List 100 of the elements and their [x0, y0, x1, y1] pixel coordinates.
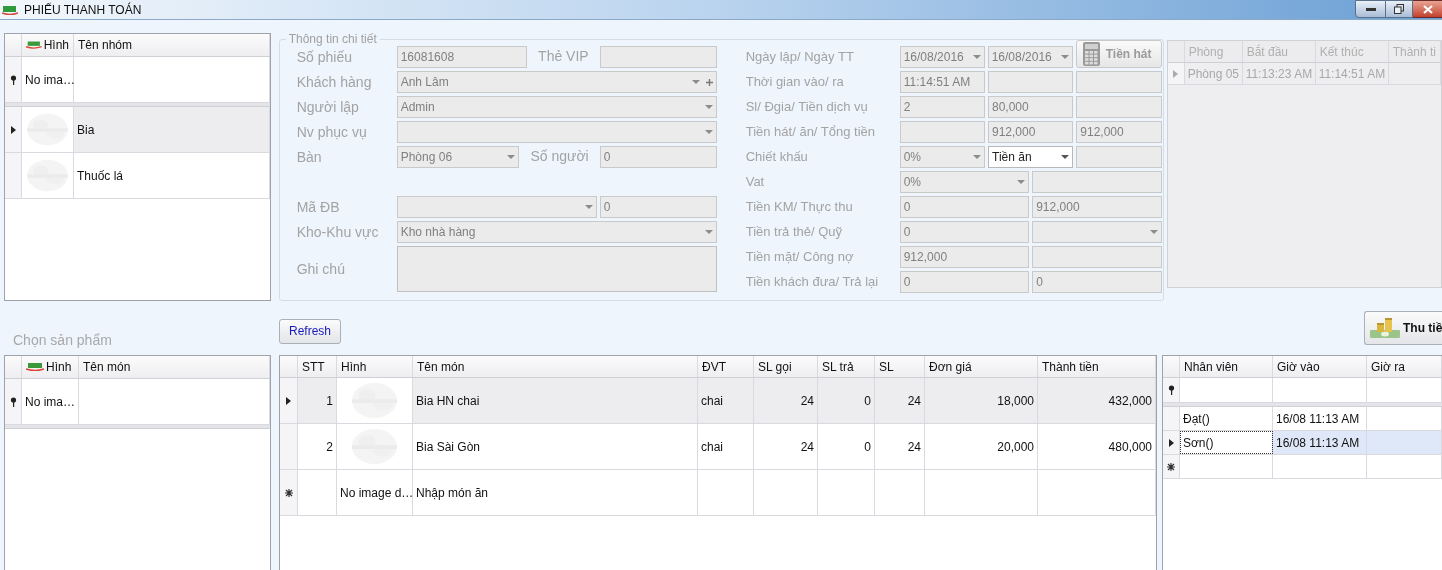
field-label: Thẻ VIP	[537, 47, 590, 66]
column-header[interactable]: Tên món	[79, 356, 270, 378]
section-title: Chọn sản phẩm	[13, 331, 112, 350]
table-cell-text: 432,000	[1107, 392, 1153, 410]
table-cell-text: chai	[700, 438, 724, 456]
caret-icon	[972, 55, 981, 59]
logo-icon	[26, 41, 42, 49]
table-cell-text: 24	[799, 392, 815, 410]
field-label: Số người	[529, 147, 590, 166]
field-label: Chiết khấu	[745, 148, 809, 166]
caret-icon	[704, 230, 713, 234]
table-cell-text: 24	[906, 392, 922, 410]
minimize-icon	[1365, 7, 1376, 11]
caret-icon	[704, 130, 713, 134]
caret-icon	[1061, 155, 1070, 159]
field-label: Ghi chú	[296, 260, 346, 279]
close-icon	[1422, 4, 1433, 14]
asterisk-icon	[284, 488, 293, 497]
column-header[interactable]: SL trả	[818, 356, 875, 377]
column-header[interactable]: Giờ ra	[1367, 356, 1442, 377]
table-cell-text: 11:14:51 AM	[1317, 65, 1387, 83]
table-cell-text: 16/08 11:13 AM	[1275, 410, 1361, 428]
field-label: Bàn	[296, 148, 323, 167]
column-header[interactable]: Thành ti	[1388, 41, 1441, 62]
panel-title: Thông tin chi tiết	[285, 32, 380, 46]
field-label: Ngày lập/ Ngày TT	[745, 48, 855, 66]
table-cell-text: 0	[863, 392, 872, 410]
table-cell-text: Bia HN chai	[415, 392, 481, 410]
table-cell-text: 24	[906, 438, 922, 456]
table-cell-text: 24	[799, 438, 815, 456]
field-label: Tiền khách đưa/ Trả lại	[745, 273, 880, 291]
table-cell-text: 18,000	[996, 392, 1035, 410]
column-header[interactable]: Bắt đầu	[1242, 41, 1316, 62]
table-row[interactable]: Đạt() 16/08 11:13 AM	[1163, 407, 1442, 431]
caret-icon	[1017, 180, 1026, 184]
column-header[interactable]: Phòng	[1184, 41, 1243, 62]
pay-button[interactable]: Thu tiề	[1364, 311, 1442, 345]
field-label: Vat	[745, 173, 766, 191]
row-indicator-icon	[1168, 438, 1174, 447]
logo-icon	[26, 363, 44, 371]
field-label: Người lập	[296, 98, 360, 117]
dropdown[interactable]: Tiền ăn	[988, 146, 1074, 168]
pin-icon	[9, 396, 17, 407]
table-cell-text: Đạt()	[1182, 410, 1211, 428]
column-header[interactable]: Kết thúc	[1315, 41, 1389, 62]
table-cell-text: 11:13:23 AM	[1244, 65, 1314, 83]
field-label: Nv phục vụ	[296, 123, 368, 142]
table-cell-text: Bia	[76, 121, 96, 139]
field-label: Kho-Khu vực	[296, 223, 380, 242]
table-cell-text: Sơn()	[1182, 434, 1215, 452]
window-title: PHIẾU THANH TOÁN	[24, 1, 142, 19]
caret-icon	[584, 205, 593, 209]
pin-icon	[1167, 385, 1175, 395]
table-cell-text: No ima…	[24, 393, 76, 411]
caret-icon	[973, 155, 981, 159]
row-indicator-icon	[1173, 69, 1179, 78]
field-label: Sl/ Đgia/ Tiền dịch vụ	[745, 98, 869, 116]
column-header[interactable]: SL	[875, 356, 925, 377]
column-header[interactable]: Hình	[22, 356, 79, 378]
minimize-button[interactable]	[1355, 0, 1386, 18]
column-header[interactable]: SL gọi	[754, 356, 818, 377]
table-cell-text: Thuốc lá	[76, 167, 125, 185]
table-row[interactable]: 1 Bia HN chai chai 24 0 24 18,000 432,000	[280, 378, 1156, 424]
field-label: Khách hàng	[296, 73, 373, 92]
restore-icon	[1394, 4, 1404, 14]
field-label: Thời gian vào/ ra	[745, 73, 845, 91]
column-header[interactable]: Giờ vào	[1273, 356, 1367, 377]
table-cell-text: 20,000	[996, 438, 1035, 456]
asterisk-icon	[1167, 462, 1175, 471]
table-row[interactable]: Bia	[5, 107, 270, 153]
table-cell-text: 480,000	[1107, 438, 1153, 456]
column-header[interactable]: ĐVT	[698, 356, 754, 377]
restore-button[interactable]	[1386, 0, 1413, 18]
field-label: Mã ĐB	[296, 198, 341, 217]
column-header[interactable]: Nhân viên	[1180, 356, 1273, 377]
field-label: Tiền trả thẻ/ Quỹ	[745, 223, 844, 241]
caret-icon	[507, 155, 516, 159]
table-cell-text: Bia Sài Gòn	[415, 438, 482, 456]
table-cell-text: 16/08 11:13 AM	[1275, 434, 1361, 452]
column-header[interactable]: Tên nhóm	[74, 34, 270, 56]
close-button[interactable]	[1413, 0, 1442, 18]
refresh-button[interactable]: Refresh	[279, 318, 342, 344]
column-header[interactable]: Hình	[337, 356, 413, 377]
column-header[interactable]: Hình	[22, 34, 74, 56]
column-header[interactable]: Tên món	[413, 356, 698, 377]
table-cell-text: chai	[700, 392, 724, 410]
row-indicator-icon	[10, 125, 16, 134]
column-header[interactable]: Thành tiền	[1038, 356, 1156, 377]
table-cell-text: Phòng 05	[1186, 65, 1241, 83]
table-cell-text: No image d…	[339, 484, 415, 502]
table-row[interactable]: Sơn() 16/08 11:13 AM	[1163, 431, 1442, 455]
field-label: Tiền mặt/ Công nợ	[745, 248, 855, 266]
caret-icon	[704, 105, 713, 109]
caret-icon	[1060, 55, 1069, 59]
caret-icon	[1149, 230, 1158, 234]
column-header[interactable]: STT	[298, 356, 337, 377]
app-icon	[2, 4, 18, 15]
field-label: Tiền hát/ ăn/ Tổng tiền	[745, 123, 877, 141]
caret-icon	[691, 80, 700, 84]
column-header[interactable]: Đơn giá	[925, 356, 1038, 377]
